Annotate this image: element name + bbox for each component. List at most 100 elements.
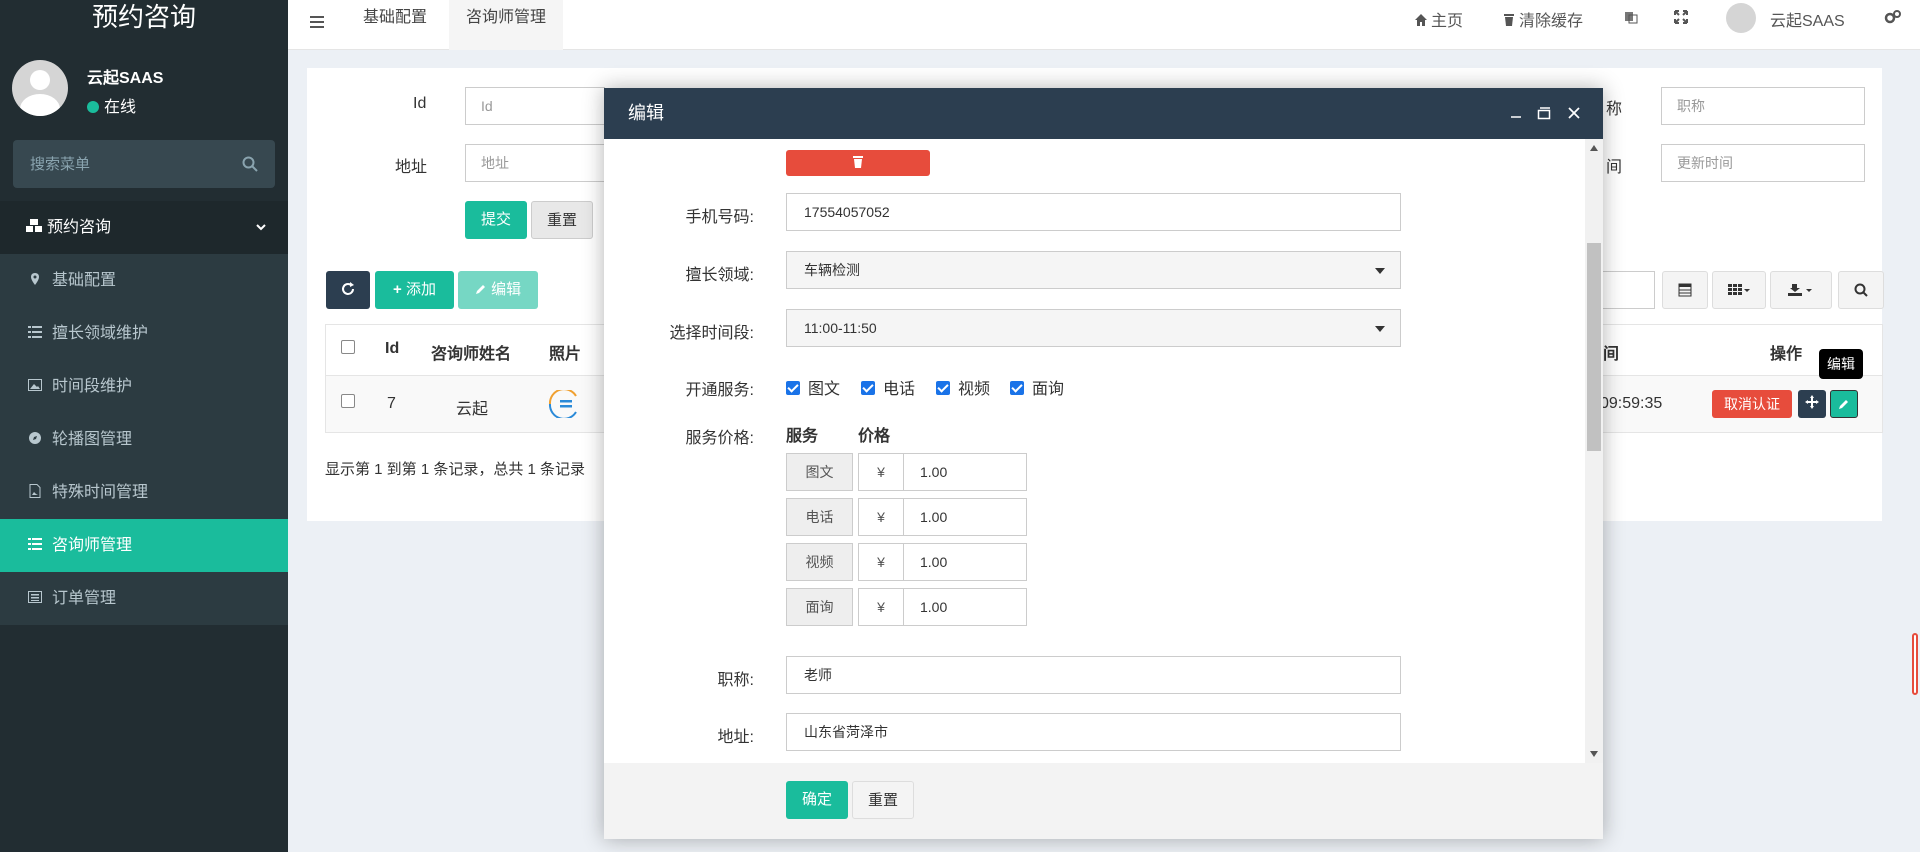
list-icon xyxy=(28,326,42,338)
menu-toggle-icon[interactable] xyxy=(310,16,326,30)
filter-id-input[interactable]: Id xyxy=(465,87,605,125)
job-title-input[interactable]: 老师 xyxy=(786,656,1401,694)
caret-down-icon xyxy=(1375,326,1385,332)
edit-button-label: 编辑 xyxy=(491,281,522,298)
filter-address-label: 地址 xyxy=(395,159,428,176)
sidebar-item-special-time[interactable]: 特殊时间管理 xyxy=(0,466,288,519)
modal-reset-button[interactable]: 重置 xyxy=(852,781,914,819)
sidebar-menu-header[interactable]: 预约咨询 xyxy=(0,201,288,254)
tab-consultant[interactable]: 咨询师管理 xyxy=(449,0,564,50)
chevron-down-icon xyxy=(256,224,266,231)
sidebar-item-basic-config[interactable]: 基础配置 xyxy=(0,254,288,307)
header-name[interactable]: 咨询师姓名 xyxy=(431,340,511,364)
close-icon[interactable] xyxy=(1567,106,1581,120)
brand-title[interactable]: 预约咨询 xyxy=(0,0,288,34)
timeslot-select[interactable]: 11:00-11:50 xyxy=(786,309,1401,347)
sidebar-item-orders[interactable]: 订单管理 xyxy=(0,572,288,625)
cell-time: 09:59:35 xyxy=(1600,395,1663,412)
row-checkbox[interactable] xyxy=(341,394,355,408)
fullscreen-icon[interactable] xyxy=(1674,10,1688,24)
select-all-checkbox[interactable] xyxy=(341,340,355,354)
edit-modal: 编辑 手机号码: 17554057052 擅长领域: 车辆检测 选择时间段: 1… xyxy=(604,88,1603,839)
header-ops: 操作 xyxy=(1770,346,1803,363)
scroll-down-icon[interactable] xyxy=(1590,751,1598,757)
clear-cache-label: 清除缓存 xyxy=(1519,13,1584,30)
sidebar-item-timeslot[interactable]: 时间段维护 xyxy=(0,360,288,413)
minimize-icon[interactable] xyxy=(1509,106,1523,120)
address-input[interactable]: 山东省菏泽市 xyxy=(786,713,1401,751)
columns-button[interactable] xyxy=(1712,271,1766,309)
price-input[interactable]: 1.00 xyxy=(903,588,1027,626)
scroll-up-icon[interactable] xyxy=(1590,145,1598,151)
add-button[interactable]: + 添加 xyxy=(375,271,454,309)
navbar-avatar[interactable] xyxy=(1726,3,1756,33)
add-button-label: 添加 xyxy=(405,281,436,298)
sidebar-item-expertise[interactable]: 擅长领域维护 xyxy=(0,307,288,360)
clear-cache-link[interactable]: 清除缓存 xyxy=(1502,7,1583,31)
checkbox-checked-icon xyxy=(1010,381,1024,395)
filter-title-input[interactable]: 职称 xyxy=(1661,87,1865,125)
service-checkbox-inperson[interactable]: 面询 xyxy=(1010,375,1064,399)
price-label: 服务价格: xyxy=(685,430,754,447)
filter-address-input[interactable]: 地址 xyxy=(465,144,605,182)
confirm-button[interactable]: 确定 xyxy=(786,781,848,819)
user-status: 在线 xyxy=(87,93,136,117)
job-title-label: 职称: xyxy=(717,672,754,689)
sidebar-item-label: 咨询师管理 xyxy=(52,537,133,554)
header-time[interactable]: 间 xyxy=(1603,340,1619,364)
price-input[interactable]: 1.00 xyxy=(903,543,1027,581)
pencil-icon xyxy=(1839,400,1848,409)
modal-footer: 确定 重置 xyxy=(604,763,1603,839)
toggle-view-button[interactable] xyxy=(1662,271,1708,309)
price-header-service: 服务 xyxy=(786,428,819,445)
price-header-price: 价格 xyxy=(858,428,891,445)
expertise-select-value: 车辆检测 xyxy=(804,262,860,278)
sidebar-item-carousel[interactable]: 轮播图管理 xyxy=(0,413,288,466)
page-scrollbar[interactable] xyxy=(1912,633,1918,695)
filter-update-input[interactable]: 更新时间 xyxy=(1661,144,1865,182)
delete-image-button[interactable] xyxy=(786,150,930,176)
home-link[interactable]: 主页 xyxy=(1414,7,1463,31)
service-checkbox-label: 面询 xyxy=(1032,381,1065,398)
translate-icon[interactable] xyxy=(1624,10,1638,24)
modal-scroll-thumb[interactable] xyxy=(1587,243,1601,451)
header-photo[interactable]: 照片 xyxy=(549,340,581,364)
consultant-photo[interactable] xyxy=(546,390,584,418)
search-icon xyxy=(1854,283,1868,297)
export-button[interactable] xyxy=(1770,271,1832,309)
maximize-icon[interactable] xyxy=(1537,106,1551,120)
timeslot-select-value: 11:00-11:50 xyxy=(804,320,877,336)
checkbox-checked-icon xyxy=(786,381,800,395)
service-checkbox-video[interactable]: 视频 xyxy=(936,375,990,399)
service-checkbox-text[interactable]: 图文 xyxy=(786,375,840,399)
row-edit-button[interactable] xyxy=(1830,390,1858,418)
header-id[interactable]: Id xyxy=(385,340,399,358)
online-dot-icon xyxy=(87,101,99,113)
menu-search-input[interactable] xyxy=(13,140,275,188)
search-icon[interactable] xyxy=(241,155,259,173)
expertise-select[interactable]: 车辆检测 xyxy=(786,251,1401,289)
sidebar-item-label: 轮播图管理 xyxy=(52,431,133,448)
price-input[interactable]: 1.00 xyxy=(903,498,1027,536)
price-input[interactable]: 1.00 xyxy=(903,453,1027,491)
modal-header: 编辑 xyxy=(604,88,1603,139)
top-navbar: 基础配置 咨询师管理 主页 清除缓存 云起SAAS xyxy=(288,0,1920,50)
service-checkbox-phone[interactable]: 电话 xyxy=(861,375,915,399)
sidebar-item-consultant[interactable]: 咨询师管理 xyxy=(0,519,288,572)
gears-icon[interactable] xyxy=(1884,9,1902,25)
plus-icon: + xyxy=(393,281,402,298)
modal-scrollbar[interactable] xyxy=(1585,139,1603,763)
drag-button[interactable] xyxy=(1798,390,1826,418)
home-link-label: 主页 xyxy=(1431,13,1464,30)
refresh-button[interactable] xyxy=(326,271,370,309)
edit-button[interactable]: 编辑 xyxy=(458,271,538,309)
submit-button[interactable]: 提交 xyxy=(465,201,527,239)
filter-reset-button[interactable]: 重置 xyxy=(531,201,593,239)
phone-input[interactable]: 17554057052 xyxy=(786,193,1401,231)
navbar-user-name[interactable]: 云起SAAS xyxy=(1770,7,1845,31)
address-label: 地址: xyxy=(717,729,754,746)
filter-title-label: 称 xyxy=(1606,101,1623,118)
tab-basic-config[interactable]: 基础配置 xyxy=(346,0,444,50)
advanced-search-button[interactable] xyxy=(1838,271,1884,309)
cancel-certification-button[interactable]: 取消认证 xyxy=(1712,390,1792,418)
